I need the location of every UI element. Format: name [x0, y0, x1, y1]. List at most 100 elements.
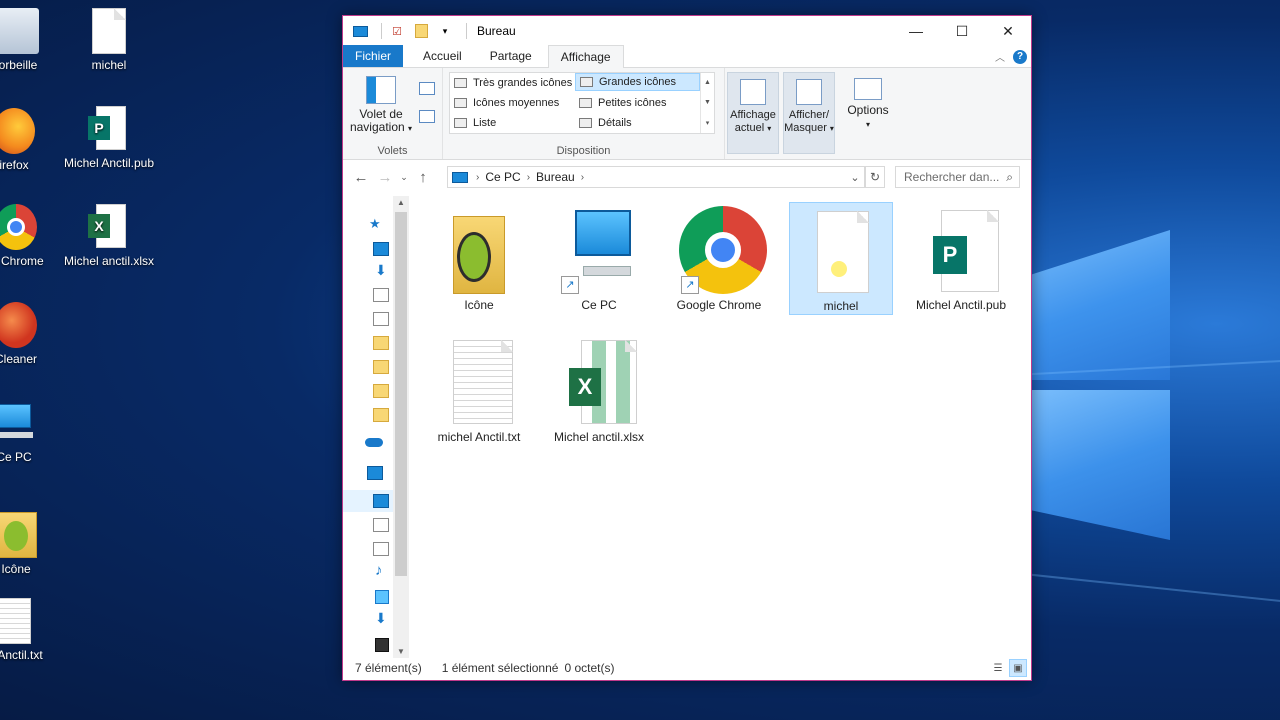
downloads-nav-icon[interactable]: ⬇ — [375, 262, 387, 279]
quick-access-dropdown-icon[interactable]: ▾ — [436, 23, 454, 39]
close-button[interactable]: ✕ — [985, 16, 1031, 46]
desktop-icon-michel-txt[interactable]: el Anctil.txt — [0, 598, 62, 663]
options-button[interactable]: Options ▾ — [843, 78, 893, 131]
desktop-icon-recycle-bin[interactable]: orbeille — [0, 8, 66, 73]
shortcut-arrow-icon: ↗ — [681, 276, 699, 294]
recycle-bin-icon — [0, 8, 39, 54]
layout-large-icons[interactable]: Grandes icônes — [575, 73, 700, 91]
folder-nav-icon[interactable] — [373, 360, 389, 374]
videos-nav-icon[interactable] — [375, 638, 389, 652]
layout-label: Liste — [473, 117, 497, 129]
tab-affichage[interactable]: Affichage — [547, 45, 624, 68]
layout-small-icons[interactable]: Petites icônes — [575, 94, 700, 112]
this-pc-nav-icon[interactable] — [367, 466, 383, 480]
address-bar[interactable]: › Ce PC › Bureau › ⌄ — [447, 166, 865, 188]
file-item-ce-pc[interactable]: ↗ Ce PC — [547, 202, 651, 313]
help-icon[interactable]: ? — [1013, 49, 1027, 64]
back-arrow-icon[interactable]: ← — [349, 169, 373, 186]
pictures-nav-icon[interactable] — [373, 312, 389, 326]
pictures-nav-icon[interactable] — [373, 542, 389, 556]
chrome-icon: ↗ — [679, 206, 767, 296]
show-hide-button[interactable]: Afficher/ Masquer ▾ — [783, 72, 835, 154]
properties-icon[interactable]: ☑ — [388, 23, 406, 39]
nav-scrollbar[interactable]: ▲ ▼ — [393, 196, 409, 658]
recent-locations-icon[interactable]: ⌄ — [397, 172, 411, 183]
tab-fichier[interactable]: Fichier — [343, 45, 404, 67]
search-icon: ⌕ — [1006, 170, 1013, 184]
desktop-icon-ccleaner[interactable]: Cleaner — [0, 302, 64, 367]
layout-details[interactable]: Détails — [575, 114, 700, 132]
file-item-icone[interactable]: Icône — [427, 202, 531, 313]
desktop-icon-michel-pub[interactable]: P Michel Anctil.pub — [61, 106, 157, 171]
gallery-scroll[interactable]: ▲ ▼ ▾ — [700, 73, 714, 133]
downloads-nav-icon[interactable]: ⬇ — [375, 610, 387, 627]
desktop-nav-icon[interactable] — [373, 494, 389, 508]
folder-nav-icon[interactable] — [373, 384, 389, 398]
file-item-michel-anctil-pub[interactable]: P Michel Anctil.pub — [909, 202, 1013, 313]
address-row: ← → ⌄ ↑ › Ce PC › Bureau › ⌄ ↻ Recherche… — [343, 160, 1031, 194]
scroll-down-icon[interactable]: ▼ — [393, 647, 409, 656]
nav-pane-button[interactable]: Volet de navigation ▾ — [349, 76, 413, 135]
documents-nav-icon[interactable] — [373, 288, 389, 302]
ribbon-tabs: Fichier Accueil Partage Affichage ︿ ? — [343, 45, 1031, 68]
layout-extra-large-icons[interactable]: Très grandes icônes — [450, 74, 575, 92]
group-label-volets: Volets — [377, 145, 408, 157]
details-view-icon[interactable]: ☰ — [989, 659, 1007, 677]
file-item-michel-anctil-xlsx[interactable]: X Michel anctil.xlsx — [547, 334, 651, 445]
desktop-icon-chrome[interactable]: le Chrome — [0, 204, 64, 269]
new-folder-icon[interactable] — [412, 23, 430, 39]
desktop-icon-firefox[interactable]: irefox — [0, 108, 62, 173]
breadcrumb-ce-pc[interactable]: Ce PC — [485, 170, 520, 184]
desktop-icon-label: irefox — [0, 158, 29, 172]
forward-arrow-icon[interactable]: → — [373, 169, 397, 186]
layout-list[interactable]: Liste — [450, 114, 575, 132]
layout-medium-icons[interactable]: Icônes moyennes — [450, 94, 575, 112]
desktop-icon-this-pc[interactable]: Ce PC — [0, 400, 62, 465]
layout-label: Très grandes icônes — [473, 77, 573, 89]
refresh-button[interactable]: ↻ — [865, 166, 885, 188]
chevron-right-icon[interactable]: › — [476, 172, 479, 183]
large-icons-view-icon[interactable]: ▣ — [1009, 659, 1027, 677]
pc-icon — [452, 171, 468, 183]
chevron-right-icon[interactable]: › — [527, 172, 530, 183]
desktop-icon-icone-folder[interactable]: Icône — [0, 512, 64, 577]
objects-3d-nav-icon[interactable] — [375, 590, 389, 604]
title-bar[interactable]: ☑ ▾ Bureau — ☐ ✕ — [343, 16, 1031, 46]
preview-pane-icon[interactable] — [419, 82, 435, 95]
nav-scroll-thumb[interactable] — [395, 212, 407, 576]
scroll-up-icon[interactable]: ▲ — [393, 198, 409, 207]
minimize-button[interactable]: — — [893, 16, 939, 46]
documents-nav-icon[interactable] — [373, 518, 389, 532]
file-item-google-chrome[interactable]: ↗ Google Chrome — [667, 202, 771, 313]
maximize-button[interactable]: ☐ — [939, 16, 985, 46]
chrome-icon — [0, 204, 37, 250]
up-arrow-icon[interactable]: ↑ — [411, 169, 435, 186]
chevron-right-icon[interactable]: › — [581, 172, 584, 183]
desktop-nav-icon[interactable] — [373, 242, 389, 256]
computer-icon — [0, 400, 35, 446]
desktop-icon-michel[interactable]: michel — [61, 8, 157, 73]
details-pane-icon[interactable] — [419, 110, 435, 123]
music-nav-icon[interactable]: ♪ — [375, 562, 383, 579]
folder-icon — [0, 512, 37, 558]
quick-access-star-icon[interactable]: ★ — [369, 216, 381, 232]
desktop-icon-label: orbeille — [0, 58, 38, 72]
folder-nav-icon[interactable] — [373, 408, 389, 422]
collapse-ribbon-icon[interactable]: ︿ — [995, 49, 1005, 64]
file-name: Michel anctil.xlsx — [553, 430, 645, 444]
folder-nav-icon[interactable] — [373, 336, 389, 350]
file-explorer-window[interactable]: ☑ ▾ Bureau — ☐ ✕ Fichier Accueil Partage… — [342, 15, 1032, 681]
breadcrumb-bureau[interactable]: Bureau — [536, 170, 575, 184]
file-item-michel-anctil-txt[interactable]: michel Anctil.txt — [427, 334, 531, 445]
window-app-icon — [351, 23, 369, 39]
desktop-icon-michel-xlsx[interactable]: X Michel anctil.xlsx — [61, 204, 157, 269]
navigation-pane: ★ ⬇ ♪ ⬇ ▲ ▼ — [343, 196, 409, 658]
show-hide-label: Afficher/ Masquer — [784, 109, 830, 134]
address-history-dropdown-icon[interactable]: ⌄ — [846, 171, 864, 184]
tab-partage[interactable]: Partage — [478, 45, 544, 67]
onedrive-nav-icon[interactable] — [365, 438, 383, 447]
current-view-button[interactable]: Affichage actuel ▾ — [727, 72, 779, 154]
tab-accueil[interactable]: Accueil — [411, 45, 474, 67]
file-item-michel[interactable]: michel — [789, 202, 893, 315]
search-input[interactable]: Rechercher dan... ⌕ — [895, 166, 1020, 188]
